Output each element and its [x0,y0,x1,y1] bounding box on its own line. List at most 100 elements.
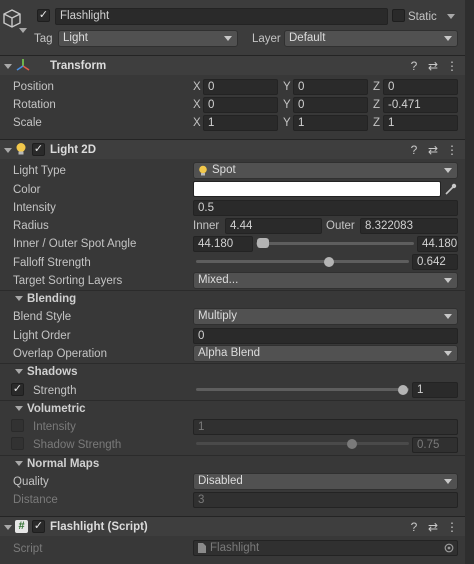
rotation-x-input[interactable]: 0 [203,97,278,113]
help-icon[interactable]: ? [407,143,421,157]
volumetric-foldout-icon[interactable] [15,406,23,411]
radius-label: Radius [13,220,49,232]
rotation-z-axis-label[interactable]: Z [373,98,380,112]
blend-style-dropdown[interactable]: Multiply [193,308,458,325]
distance-label: Distance [13,494,58,506]
light-bulb-icon [199,165,207,176]
blending-title[interactable]: Blending [27,292,76,306]
rotation-x-axis-label[interactable]: X [193,98,201,112]
presets-icon[interactable]: ⇄ [426,59,440,73]
help-icon[interactable]: ? [407,520,421,534]
light-order-input[interactable]: 0 [193,328,458,344]
quality-dropdown[interactable]: Disabled [193,473,458,490]
object-picker-icon[interactable] [444,543,454,553]
volumetric-shadow-slider-track[interactable] [196,442,409,445]
distance-input[interactable]: 3 [193,492,458,508]
position-y-axis-label[interactable]: Y [283,80,291,94]
normal-maps-foldout-icon[interactable] [15,461,23,466]
static-toggle[interactable] [392,9,405,22]
object-name-input[interactable]: Flashlight [55,8,388,25]
volumetric-intensity-input[interactable]: 1 [193,419,458,435]
rotation-label: Rotation [13,99,56,111]
falloff-input[interactable]: 0.642 [412,254,458,270]
scale-y-input[interactable]: 1 [293,115,368,131]
shadow-strength-slider-knob[interactable] [398,385,408,395]
position-z-input[interactable]: 0 [383,79,458,95]
falloff-slider-knob[interactable] [324,257,334,267]
inspector-scrollbar[interactable] [465,0,474,564]
transform-header[interactable]: Transform ? ⇄ ⋮ [0,55,474,75]
scale-x-input[interactable]: 1 [203,115,278,131]
shadows-enabled-toggle[interactable]: ✓ [11,383,24,396]
scale-z-axis-label[interactable]: Z [373,116,380,130]
light-type-label: Light Type [13,165,66,177]
volumetric-shadow-strength-label: Shadow Strength [33,439,122,451]
sorting-layers-dropdown[interactable]: Mixed... [193,272,458,289]
shadows-title[interactable]: Shadows [27,365,77,379]
volumetric-title[interactable]: Volumetric [27,402,86,416]
volumetric-shadow-slider-knob[interactable] [347,439,357,449]
more-menu-icon[interactable]: ⋮ [445,520,459,534]
falloff-slider-track[interactable] [196,260,409,263]
foldout-arrow-icon[interactable] [4,64,12,69]
eyedropper-icon[interactable] [444,182,457,196]
radius-outer-input[interactable]: 8.322083 [360,218,458,234]
script-enabled-toggle[interactable]: ✓ [32,520,45,533]
volumetric-enabled-toggle[interactable] [11,419,24,432]
light2d-header[interactable]: ✓ Light 2D ? ⇄ ⋮ [0,139,474,159]
overlap-operation-value: Alpha Blend [198,347,261,359]
more-menu-icon[interactable]: ⋮ [445,59,459,73]
rotation-y-axis-label[interactable]: Y [283,98,291,112]
radius-inner-input[interactable]: 4.44 [225,218,322,234]
radius-inner-label[interactable]: Inner [193,219,219,233]
blending-foldout-icon[interactable] [15,296,23,301]
script-header[interactable]: # ✓ Flashlight (Script) ? ⇄ ⋮ [0,516,474,536]
shadows-foldout-icon[interactable] [15,369,23,374]
static-dropdown-icon[interactable] [447,14,455,19]
script-object-field[interactable]: Flashlight [193,540,458,556]
presets-icon[interactable]: ⇄ [426,143,440,157]
tag-dropdown[interactable]: Light [58,30,238,47]
scale-x-axis-label[interactable]: X [193,116,201,130]
position-x-axis-label[interactable]: X [193,80,201,94]
light-type-dropdown[interactable]: Spot [193,162,458,179]
position-x-input[interactable]: 0 [203,79,278,95]
color-swatch[interactable] [193,181,441,197]
shadow-strength-slider-track[interactable] [196,388,409,391]
spot-outer-angle-input[interactable]: 44.180 [417,236,458,252]
section-divider [0,363,474,364]
transform-title: Transform [50,60,107,72]
scale-z-input[interactable]: 1 [383,115,458,131]
light2d-enabled-toggle[interactable]: ✓ [32,143,45,156]
sorting-layers-value: Mixed... [198,274,239,286]
presets-icon[interactable]: ⇄ [426,520,440,534]
spot-angle-range-track[interactable] [256,242,414,245]
section-divider [0,290,474,291]
volumetric-shadows-toggle[interactable] [11,437,24,450]
foldout-arrow-icon[interactable] [4,148,12,153]
blend-style-label: Blend Style [13,311,72,323]
icon-dropdown-icon[interactable] [19,28,27,33]
volumetric-shadow-input[interactable]: 0.75 [412,437,458,453]
overlap-operation-dropdown[interactable]: Alpha Blend [193,345,458,362]
rotation-y-input[interactable]: 0 [293,97,368,113]
intensity-input[interactable]: 0.5 [193,200,458,216]
chevron-down-icon [444,168,452,173]
chevron-down-icon [444,351,452,356]
spot-inner-angle-input[interactable]: 44.180 [193,236,253,252]
normal-maps-title[interactable]: Normal Maps [27,457,99,471]
position-y-input[interactable]: 0 [293,79,368,95]
rotation-z-input[interactable]: -0.471 [383,97,458,113]
active-toggle[interactable]: ✓ [37,9,50,22]
spot-angle-label: Inner / Outer Spot Angle [13,238,137,250]
more-menu-icon[interactable]: ⋮ [445,143,459,157]
quality-value: Disabled [198,475,243,487]
shadow-strength-input[interactable]: 1 [412,382,458,398]
radius-outer-label[interactable]: Outer [326,219,355,233]
foldout-arrow-icon[interactable] [4,525,12,530]
layer-dropdown[interactable]: Default [284,30,458,47]
scale-y-axis-label[interactable]: Y [283,116,291,130]
spot-angle-range-handle[interactable] [257,238,269,248]
help-icon[interactable]: ? [407,59,421,73]
position-z-axis-label[interactable]: Z [373,80,380,94]
